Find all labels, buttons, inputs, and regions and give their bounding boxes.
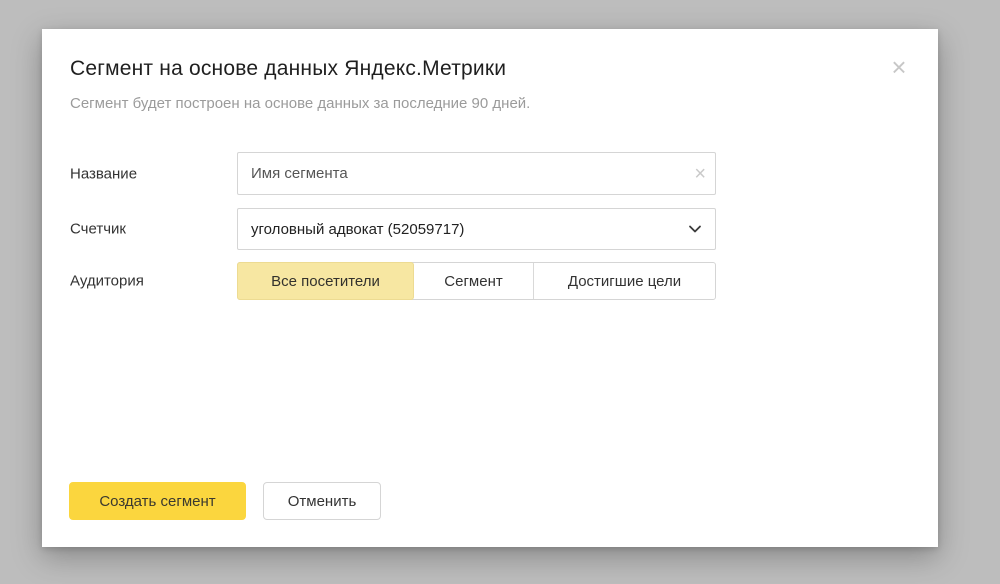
close-icon[interactable]: ×	[886, 55, 912, 81]
chevron-down-icon	[687, 221, 703, 237]
cancel-button[interactable]: Отменить	[263, 482, 381, 520]
counter-field-row: Счетчик уголовный адвокат (52059717)	[42, 208, 938, 250]
clear-input-icon[interactable]: ×	[694, 164, 706, 184]
segment-name-input[interactable]	[237, 152, 716, 195]
counter-select-value: уголовный адвокат (52059717)	[251, 221, 464, 238]
audience-segmented-control: Все посетители Сегмент Достигшие цели	[237, 262, 716, 300]
audience-field-row: Аудитория Все посетители Сегмент Достигш…	[42, 262, 938, 300]
audience-field-label: Аудитория	[70, 273, 144, 290]
segment-option-segment[interactable]: Сегмент	[414, 263, 533, 299]
segment-option-goals-reached[interactable]: Достигшие цели	[533, 263, 715, 299]
name-field-label: Название	[70, 165, 137, 182]
dialog-title: Сегмент на основе данных Яндекс.Метрики	[70, 57, 506, 81]
name-field-row: Название ×	[42, 152, 938, 195]
create-segment-dialog: Сегмент на основе данных Яндекс.Метрики …	[42, 29, 938, 547]
counter-field-label: Счетчик	[70, 221, 126, 238]
counter-select[interactable]: уголовный адвокат (52059717)	[237, 208, 716, 250]
segment-option-all-visitors[interactable]: Все посетители	[237, 262, 414, 300]
dialog-subtitle: Сегмент будет построен на основе данных …	[70, 95, 530, 112]
create-segment-button[interactable]: Создать сегмент	[69, 482, 246, 520]
